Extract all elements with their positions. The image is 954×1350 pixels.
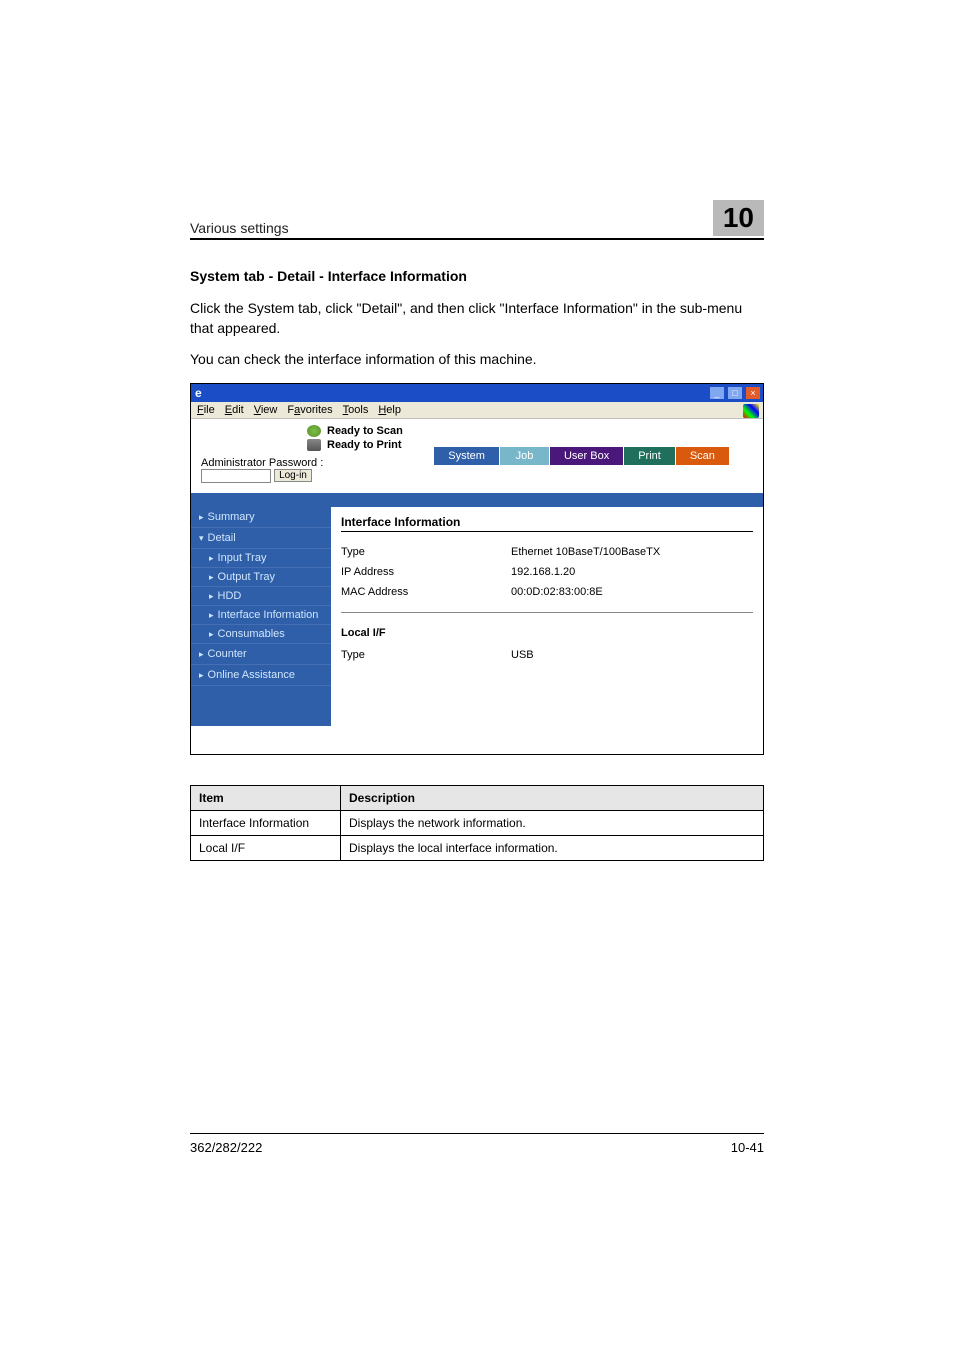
- footer-right: 10-41: [731, 1140, 764, 1155]
- windows-logo-icon: [743, 404, 759, 418]
- sidebar-detail-label: Detail: [208, 532, 236, 544]
- blue-separator: [191, 493, 763, 507]
- description-table: Item Description Interface Information D…: [190, 785, 764, 861]
- cell-item-1: Local I/F: [191, 835, 341, 860]
- cell-desc-1: Displays the local interface information…: [341, 835, 764, 860]
- sidebar-item-detail[interactable]: Detail: [191, 528, 331, 549]
- th-description: Description: [341, 785, 764, 810]
- sidebar-item-online[interactable]: Online Assistance: [191, 665, 331, 686]
- menu-view[interactable]: View: [254, 404, 278, 416]
- maximize-button[interactable]: □: [727, 386, 743, 400]
- tab-user-box[interactable]: User Box: [550, 447, 624, 465]
- th-item: Item: [191, 785, 341, 810]
- running-header: Various settings: [190, 220, 289, 236]
- ie-icon: e: [193, 386, 202, 400]
- cell-desc-0: Displays the network information.: [341, 810, 764, 835]
- print-status-icon: [307, 439, 321, 451]
- sidebar-item-summary[interactable]: Summary: [191, 507, 331, 528]
- menu-file-label: ile: [204, 404, 215, 416]
- sidebar-item-interface[interactable]: Interface Information: [191, 606, 331, 625]
- sidebar-consumables-label: Consumables: [218, 628, 285, 640]
- sidebar-input-label: Input Tray: [218, 552, 267, 564]
- window-titlebar: e _ □ ×: [191, 384, 763, 402]
- sidebar-interface-label: Interface Information: [218, 609, 319, 621]
- menu-edit[interactable]: Edit: [225, 404, 244, 416]
- main-content: Interface Information Type Ethernet 10Ba…: [331, 507, 763, 726]
- sidebar-item-output-tray[interactable]: Output Tray: [191, 568, 331, 587]
- ip-value: 192.168.1.20: [511, 566, 753, 578]
- menu-edit-label: dit: [232, 404, 244, 416]
- sidebar: Summary Detail Input Tray Output Tray HD…: [191, 507, 331, 726]
- menu-help-label: elp: [386, 404, 401, 416]
- admin-password-label: Administrator Password :: [201, 457, 323, 469]
- menu-tools-label: ools: [348, 404, 368, 416]
- menu-view-label: iew: [261, 404, 278, 416]
- minimize-button[interactable]: _: [709, 386, 725, 400]
- type-label: Type: [341, 546, 511, 558]
- login-button[interactable]: Log-in: [274, 469, 312, 482]
- sidebar-summary-label: Summary: [208, 511, 255, 523]
- sidebar-hdd-label: HDD: [218, 590, 242, 602]
- menu-tools[interactable]: Tools: [343, 404, 369, 416]
- status-ready-print: Ready to Print: [327, 439, 402, 451]
- tab-scan[interactable]: Scan: [676, 447, 730, 465]
- window-controls: _ □ ×: [709, 386, 761, 400]
- local-type-label: Type: [341, 649, 511, 661]
- admin-password-input[interactable]: [201, 469, 271, 483]
- cell-item-0: Interface Information: [191, 810, 341, 835]
- table-row: Interface Information Displays the netwo…: [191, 810, 764, 835]
- chapter-number: 10: [713, 200, 764, 236]
- scan-status-icon: [307, 425, 321, 437]
- sidebar-item-consumables[interactable]: Consumables: [191, 625, 331, 644]
- sidebar-item-counter[interactable]: Counter: [191, 644, 331, 665]
- sidebar-output-label: Output Tray: [218, 571, 275, 583]
- sidebar-counter-label: Counter: [208, 648, 247, 660]
- table-row: Local I/F Displays the local interface i…: [191, 835, 764, 860]
- menu-file[interactable]: File: [197, 404, 215, 416]
- ip-label: IP Address: [341, 566, 511, 578]
- content-title: Interface Information: [341, 515, 753, 532]
- paragraph-1: Click the System tab, click "Detail", an…: [190, 298, 764, 339]
- sidebar-online-label: Online Assistance: [208, 669, 295, 681]
- menu-fav-label: vorites: [300, 404, 332, 416]
- menu-help[interactable]: Help: [378, 404, 401, 416]
- sidebar-item-hdd[interactable]: HDD: [191, 587, 331, 606]
- local-if-title: Local I/F: [341, 627, 753, 639]
- browser-window: e _ □ × File Edit View Favorites Tools H…: [190, 383, 764, 755]
- local-type-value: USB: [511, 649, 753, 661]
- tab-system[interactable]: System: [434, 447, 500, 465]
- mac-label: MAC Address: [341, 586, 511, 598]
- type-value: Ethernet 10BaseT/100BaseTX: [511, 546, 753, 558]
- sidebar-item-input-tray[interactable]: Input Tray: [191, 549, 331, 568]
- paragraph-2: You can check the interface information …: [190, 349, 764, 369]
- status-ready-scan: Ready to Scan: [327, 425, 403, 437]
- footer-left: 362/282/222: [190, 1140, 262, 1155]
- menu-favorites[interactable]: Favorites: [287, 404, 332, 416]
- close-button[interactable]: ×: [745, 386, 761, 400]
- tab-row: System Job User Box Print Scan: [434, 447, 730, 465]
- tab-job[interactable]: Job: [500, 447, 550, 465]
- menubar: File Edit View Favorites Tools Help: [191, 402, 763, 419]
- mac-value: 00:0D:02:83:00:8E: [511, 586, 753, 598]
- section-title: System tab - Detail - Interface Informat…: [190, 268, 764, 284]
- tab-print[interactable]: Print: [624, 447, 676, 465]
